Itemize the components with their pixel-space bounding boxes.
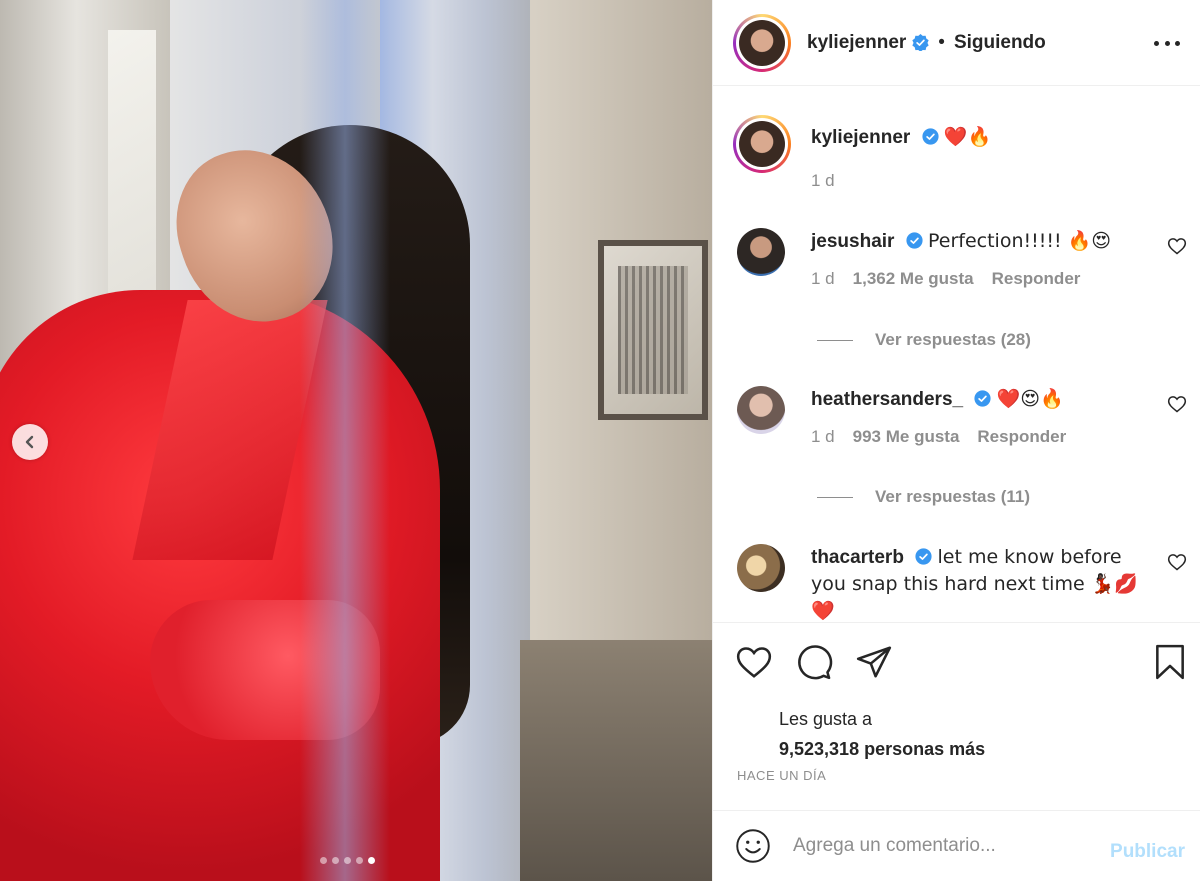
reply-button[interactable]: Responder	[992, 269, 1081, 289]
heart-icon[interactable]	[735, 643, 773, 681]
caption-username[interactable]: kyliejenner	[811, 127, 910, 148]
comment-item: thacarterb let me know before you snap t…	[737, 544, 1187, 622]
carousel-dot	[320, 857, 327, 864]
comment-likes-count[interactable]: 1,362 Me gusta	[853, 269, 974, 289]
reply-button[interactable]: Responder	[977, 427, 1066, 447]
bookmark-icon[interactable]	[1151, 643, 1189, 681]
author-username[interactable]: kyliejenner	[807, 32, 906, 54]
comments-list: kyliejenner ❤️🔥 1 d jesushair Perfection…	[713, 87, 1200, 622]
comment-item: jesushair Perfection!!!!! 🔥😍 1 d 1,362 M…	[737, 228, 1187, 289]
photo-floor	[520, 640, 712, 881]
post-timestamp: HACE UN DÍA	[737, 768, 827, 783]
comment-text: ❤️😍🔥	[996, 388, 1064, 410]
comment-composer: Publicar	[713, 810, 1200, 881]
post-actions	[713, 622, 1200, 706]
likes-count[interactable]: 9,523,318 personas más	[779, 734, 985, 764]
verified-badge-icon	[906, 232, 923, 249]
comment-bubble-icon[interactable]	[795, 643, 833, 681]
post-caption: kyliejenner ❤️🔥 1 d	[733, 115, 1187, 191]
post-header: kyliejenner • Siguiendo	[713, 0, 1200, 86]
carousel-indicator	[320, 857, 375, 864]
comment-username[interactable]: heathersanders_	[811, 389, 963, 410]
comment-avatar[interactable]	[737, 386, 785, 434]
comment-item: heathersanders_ ❤️😍🔥 1 d 993 Me gusta Re…	[737, 386, 1187, 447]
view-replies-label: Ver respuestas (28)	[875, 330, 1031, 349]
caption-avatar[interactable]	[733, 115, 791, 173]
comment-avatar[interactable]	[737, 544, 785, 592]
verified-badge-icon	[912, 34, 929, 51]
comment-username[interactable]: thacarterb	[811, 547, 904, 568]
likes-line-1: Les gusta a	[779, 709, 873, 729]
carousel-prev-button[interactable]	[12, 424, 48, 460]
likes-summary[interactable]: Les gusta a 9,523,318 personas más	[779, 704, 985, 764]
more-options-button[interactable]	[1154, 30, 1180, 56]
heart-icon[interactable]	[1167, 236, 1187, 256]
publish-button[interactable]: Publicar	[1110, 841, 1185, 863]
carousel-dot	[356, 857, 363, 864]
caption-time: 1 d	[811, 171, 835, 190]
verified-badge-icon	[921, 128, 939, 145]
comment-text-continued: ❤️	[811, 600, 835, 622]
follow-status-button[interactable]: Siguiendo	[954, 32, 1046, 54]
view-replies-button[interactable]: Ver respuestas (11)	[817, 487, 1030, 507]
chevron-left-icon	[25, 435, 34, 449]
comment-time: 1 d	[811, 269, 835, 288]
heart-icon[interactable]	[1167, 394, 1187, 414]
comment-input[interactable]	[793, 835, 1093, 857]
post-detail-panel: kyliejenner • Siguiendo kyliejenner ❤️🔥	[712, 0, 1200, 881]
verified-badge-icon	[915, 548, 932, 565]
post-photo	[0, 0, 712, 881]
more-horizontal-icon	[1154, 40, 1159, 46]
carousel-dot	[344, 857, 351, 864]
comment-likes-count[interactable]: 993 Me gusta	[853, 427, 960, 447]
comment-username[interactable]: jesushair	[811, 231, 894, 252]
smiley-icon[interactable]	[735, 828, 771, 864]
comment-time: 1 d	[811, 427, 835, 446]
photo-light	[108, 30, 156, 330]
view-replies-button[interactable]: Ver respuestas (28)	[817, 330, 1031, 350]
paper-plane-icon[interactable]	[855, 643, 893, 681]
carousel-dot	[332, 857, 339, 864]
comment-avatar[interactable]	[737, 228, 785, 276]
verified-badge-icon	[974, 390, 991, 407]
heart-icon[interactable]	[1167, 552, 1187, 572]
photo-motion-blur	[300, 0, 390, 881]
carousel-dot-active	[368, 857, 375, 864]
author-avatar[interactable]	[733, 13, 791, 72]
caption-text: ❤️🔥	[943, 126, 992, 148]
photo-picture-frame	[598, 240, 708, 420]
header-separator: •	[938, 31, 945, 53]
view-replies-label: Ver respuestas (11)	[875, 487, 1030, 506]
comment-text: Perfection!!!!! 🔥😍	[928, 230, 1112, 252]
